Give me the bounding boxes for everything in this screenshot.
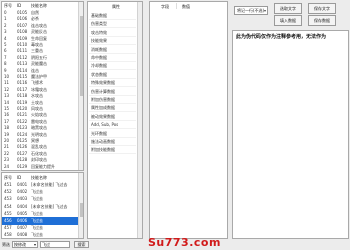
chevron-down-icon[interactable]: ▾ <box>264 7 266 14</box>
save-text-button[interactable]: 保存文字 <box>308 3 336 14</box>
value-table[interactable]: 字段 数值 <box>149 1 228 239</box>
result-row[interactable]: 458 0408 飞过去 <box>2 231 78 238</box>
code-textarea[interactable]: 此为伪代码仅作为注释参考用，无法作为 <box>232 30 349 239</box>
result-cell-name: 飞过去 <box>31 232 43 238</box>
column-divider <box>176 3 177 9</box>
value-col-number[interactable]: 数值 <box>182 4 190 10</box>
skill-cell-name: 回复能力提升 <box>31 163 55 169</box>
attribute-scrollbar[interactable] <box>137 2 142 238</box>
col-header-id[interactable]: ID <box>17 3 21 8</box>
skill-list[interactable]: 序号 ID 技能名称 0 0105 自然 1 0106 必杀 2 0107 连击攻击 3 0108 灵… <box>1 1 84 171</box>
skill-row[interactable]: 24 0129 回复能力提升 <box>2 163 78 170</box>
search-input[interactable]: 飞过 <box>40 241 70 248</box>
search-button[interactable]: 搜索 <box>74 241 89 248</box>
attribute-list[interactable]: 属性 基础数据 伤害类型 攻击特效 技能效果 消耗数据 命中数据 冷却数据 状态数据 特殊效果数… <box>87 1 143 239</box>
result-list-scroll-thumb[interactable] <box>80 203 83 217</box>
search-bar: 筛选 按修改 ▾ 飞过 搜索 <box>1 241 91 249</box>
search-label: 筛选 <box>2 242 10 247</box>
skill-cell-seq: 24 <box>4 163 10 169</box>
attribute-item[interactable]: 附加技能数据 <box>89 145 136 155</box>
result-cell-id: 0408 <box>17 232 28 238</box>
value-col-field[interactable]: 字段 <box>161 4 169 10</box>
write-data-button[interactable]: 填入数据 <box>274 15 302 26</box>
pseudocode-notice: 此为伪代码仅作为注释参考用，无法作为 <box>236 34 327 40</box>
skill-list-scroll-thumb[interactable] <box>80 16 83 96</box>
result-col-header-id[interactable]: ID <box>17 175 21 180</box>
save-data-button[interactable]: 保存数据 <box>308 15 336 26</box>
attribute-header: 属性 <box>112 4 120 9</box>
select-text-button[interactable]: 选取文字 <box>274 3 302 14</box>
search-category-value: 按修改 <box>14 242 26 247</box>
search-input-value: 飞过 <box>42 242 50 247</box>
result-cell-seq: 458 <box>4 232 12 238</box>
skill-list-scrollbar[interactable] <box>78 2 83 170</box>
result-list-scrollbar[interactable] <box>78 173 83 238</box>
search-result-list[interactable]: 序号 ID 技能名称 451 0401 [未命名技能] 飞过去 452 0402 飞过去 4… <box>1 172 84 239</box>
skill-cell-id: 0129 <box>17 163 28 169</box>
watermark-logo: Su773.com <box>148 236 221 249</box>
mode-dropdown[interactable]: 将记一行(不选) ▾ <box>234 6 268 15</box>
search-category-select[interactable]: 按修改 ▾ <box>12 241 38 248</box>
chevron-down-icon[interactable]: ▾ <box>34 242 36 247</box>
mode-dropdown-value: 将记一行(不选) <box>237 8 265 13</box>
